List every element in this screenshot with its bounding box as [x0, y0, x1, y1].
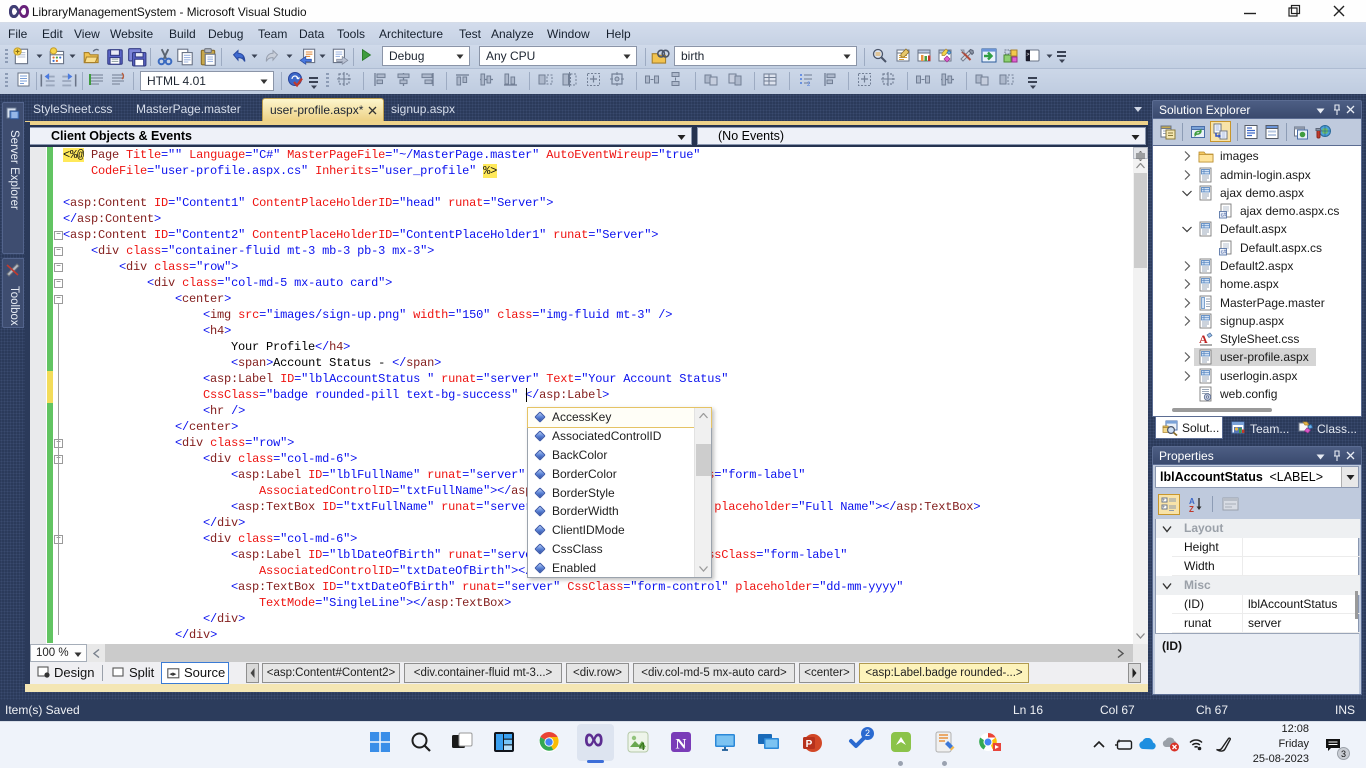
- svg-text:P: P: [806, 739, 813, 750]
- svg-text:4: 4: [639, 741, 646, 753]
- svg-text:2: 2: [807, 82, 811, 88]
- svg-text:+: +: [1163, 505, 1166, 510]
- svg-text:Z: Z: [1189, 505, 1194, 513]
- svg-text:◂▸: ◂▸: [169, 671, 177, 678]
- svg-text:c#: c#: [1221, 249, 1227, 255]
- svg-text:A: A: [1199, 332, 1208, 346]
- svg-text:+: +: [1163, 498, 1166, 503]
- svg-text:N: N: [676, 737, 687, 753]
- svg-text:c#: c#: [1221, 213, 1227, 219]
- svg-text:>: >: [1027, 52, 1030, 58]
